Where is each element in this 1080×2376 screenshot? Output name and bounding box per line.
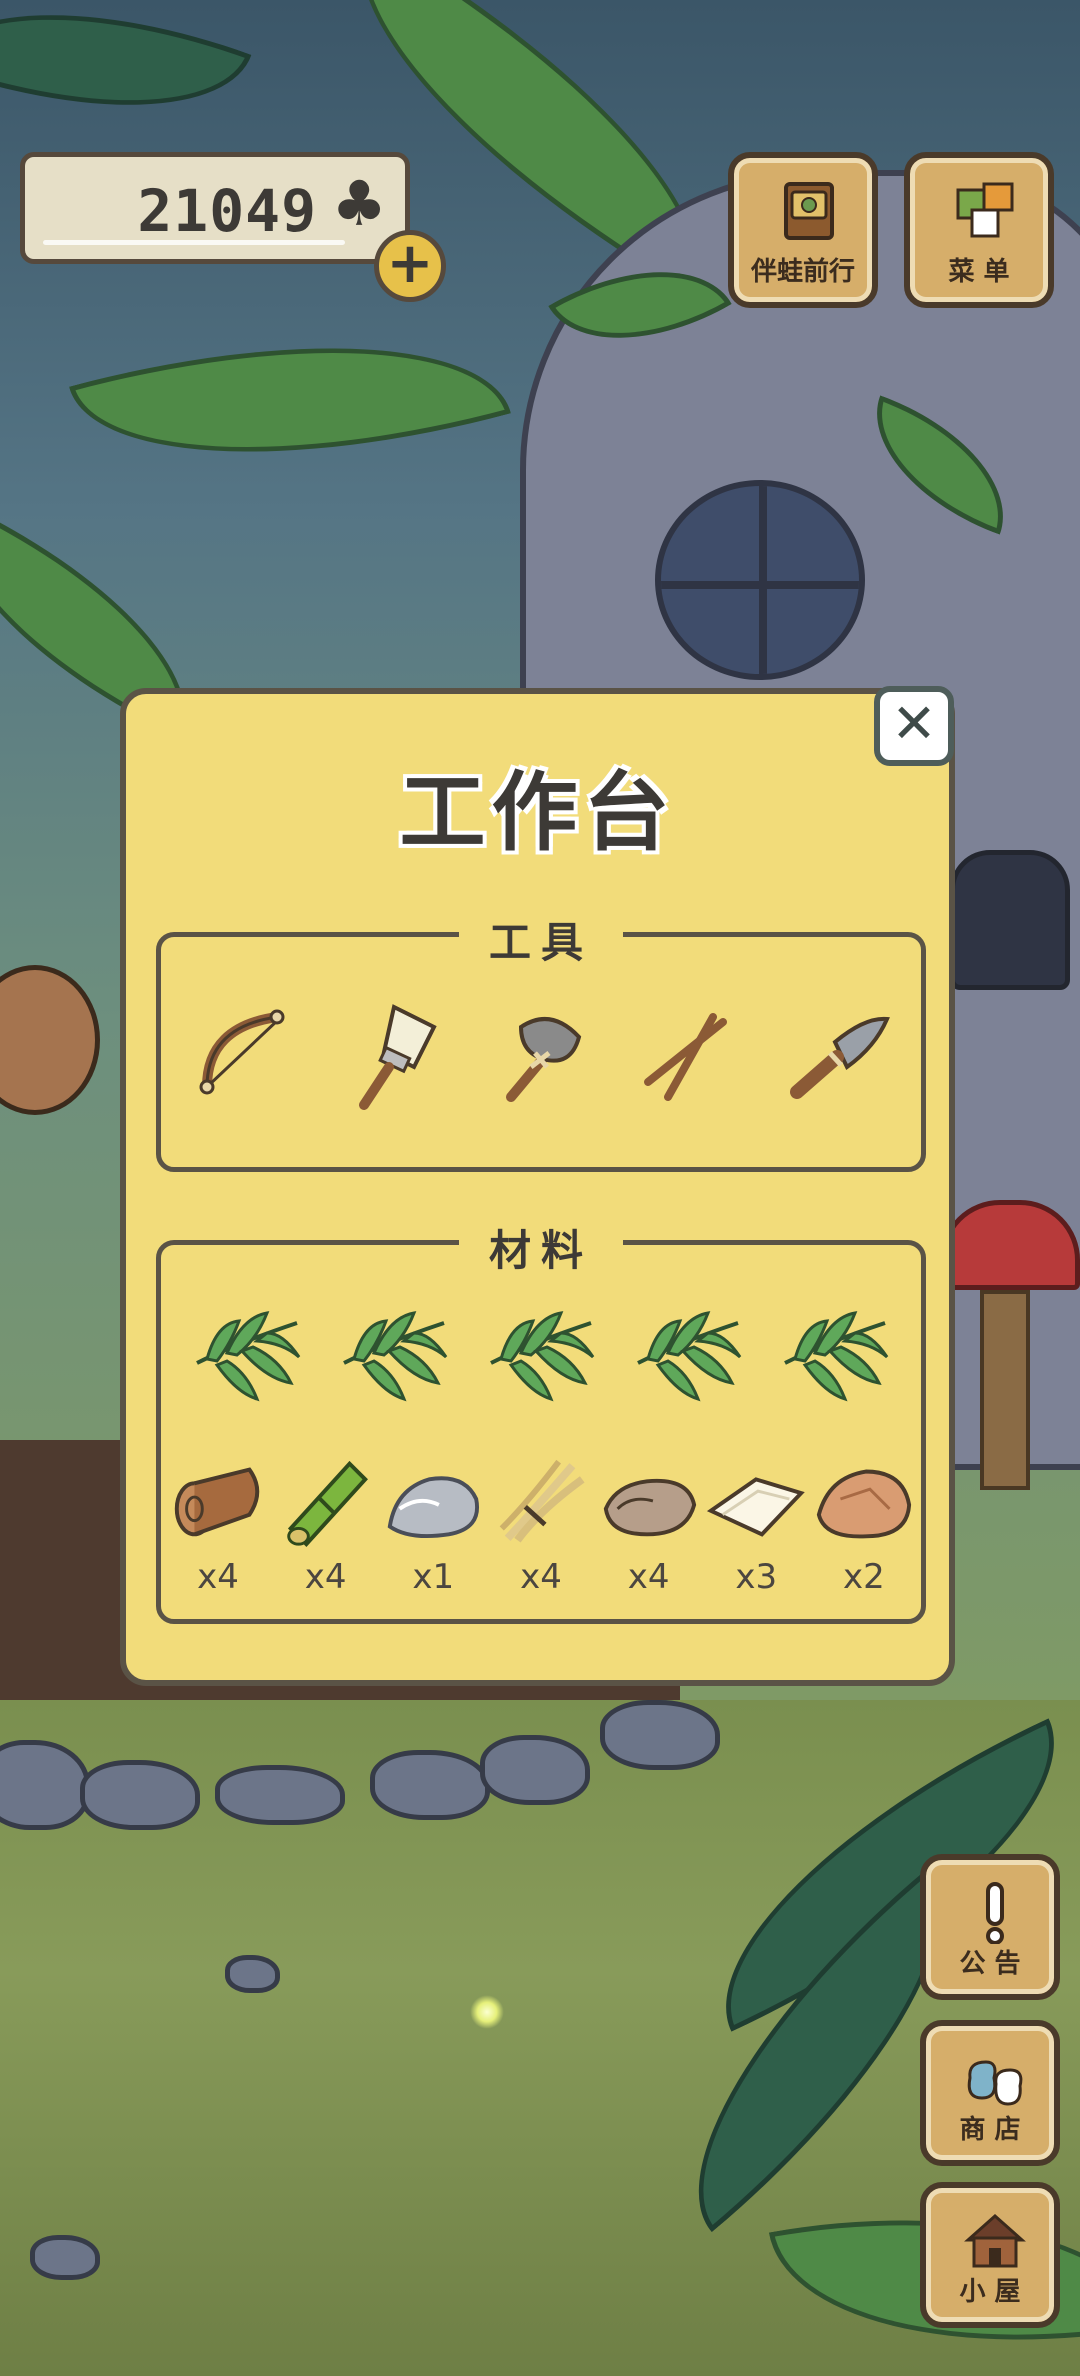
material-quantity: x4 [627, 1557, 670, 1597]
clay-icon [816, 1469, 912, 1539]
shop-label: 商 店 [959, 2115, 1021, 2145]
material-slot[interactable]: x3 [703, 1449, 809, 1597]
tools-row [161, 997, 921, 1117]
menu-button[interactable]: 菜 单 [904, 152, 1054, 308]
workbench-panel: 工作台 工具 材料 x4 x4 x1 x4 x4 x3 x2 [120, 688, 955, 1686]
clover-counter: 21049 ♣ [20, 152, 410, 264]
palm-leaf-icon [342, 1311, 448, 1402]
tool-slot[interactable] [628, 997, 748, 1117]
material-slot[interactable]: x4 [488, 1449, 594, 1597]
border-stone [30, 2235, 100, 2280]
leaf-slot[interactable] [775, 1303, 895, 1423]
border-stone [80, 1760, 200, 1830]
travel-label: 伴蛙前行 [750, 257, 855, 287]
grate-window [950, 850, 1070, 990]
notice-button[interactable]: 公 告 [920, 1854, 1060, 2000]
round-window [655, 480, 865, 680]
menu-label: 菜 单 [948, 257, 1010, 287]
house-label: 小 屋 [959, 2277, 1021, 2307]
tool-slot[interactable] [334, 997, 454, 1117]
border-stone [600, 1700, 720, 1770]
close-button[interactable]: ✕ [874, 686, 954, 766]
material-slot[interactable]: x4 [273, 1449, 379, 1597]
brush-icon [358, 1004, 437, 1110]
house-button[interactable]: 小 屋 [920, 2182, 1060, 2328]
leaf-slot[interactable] [334, 1303, 454, 1423]
clover-count: 21049 [137, 177, 317, 245]
shop-bags-icon [967, 2060, 1023, 2106]
leaf-slot[interactable] [628, 1303, 748, 1423]
notice-label: 公 告 [959, 1949, 1021, 1979]
border-stone [225, 1955, 280, 1993]
tool-slot[interactable] [187, 997, 307, 1117]
border-stone [480, 1735, 590, 1805]
border-stone [215, 1765, 345, 1825]
border-stone [370, 1750, 490, 1820]
bow-icon [199, 1009, 285, 1095]
tools-section: 工具 [156, 909, 926, 1172]
palm-leaf-icon [637, 1311, 742, 1402]
materials-section: 材料 x4 x4 x1 x4 x4 x3 x2 [156, 1217, 926, 1624]
tools-label: 工具 [458, 909, 624, 970]
material-quantity: x4 [304, 1557, 347, 1597]
travel-button[interactable]: 伴蛙前行 [728, 152, 878, 308]
material-slot[interactable]: x4 [596, 1449, 702, 1597]
material-quantity: x4 [197, 1557, 239, 1597]
material-slot[interactable]: x1 [380, 1449, 486, 1597]
material-quantity: x3 [735, 1557, 778, 1597]
leaf-row [161, 1303, 921, 1423]
straw-icon [499, 1459, 585, 1543]
palm-leaf-icon [195, 1311, 300, 1402]
palm-leaf-icon [490, 1311, 595, 1402]
stone-axe-icon [505, 1017, 582, 1102]
firefly [470, 1995, 504, 2029]
sticks-icon [644, 1013, 728, 1101]
leaf-slot[interactable] [481, 1303, 601, 1423]
material-quantity: x1 [412, 1557, 455, 1597]
clover-icon: ♣ [331, 167, 387, 240]
material-slot[interactable]: x4 [165, 1449, 271, 1597]
stone-icon [387, 1476, 480, 1539]
tool-slot[interactable] [481, 997, 601, 1117]
knife-icon [790, 1016, 891, 1099]
materials-label: 材料 [458, 1217, 624, 1278]
mailbox-post [980, 1290, 1030, 1490]
panel-title: 工作台 [399, 763, 676, 863]
mailbox[interactable] [940, 1200, 1080, 1290]
add-clover-button[interactable]: + [374, 230, 446, 302]
menu-cards-icon [956, 182, 1014, 238]
travel-book-icon [784, 182, 834, 240]
materials-row: x4 x4 x1 x4 x4 x3 x2 [161, 1449, 921, 1597]
counter-underline [43, 240, 345, 245]
shop-button[interactable]: 商 店 [920, 2020, 1060, 2166]
material-slot[interactable]: x2 [811, 1449, 917, 1597]
log-icon [174, 1467, 260, 1537]
material-quantity: x4 [520, 1557, 562, 1597]
exclamation-icon [986, 1882, 1004, 1944]
material-quantity: x2 [843, 1557, 885, 1597]
palm-leaf-icon [784, 1311, 889, 1402]
bamboo-icon [286, 1460, 368, 1547]
hide-icon [603, 1478, 696, 1537]
tool-slot[interactable] [775, 997, 895, 1117]
paper-icon [707, 1477, 806, 1537]
house-icon [964, 2213, 1026, 2268]
leaf-slot[interactable] [187, 1303, 307, 1423]
